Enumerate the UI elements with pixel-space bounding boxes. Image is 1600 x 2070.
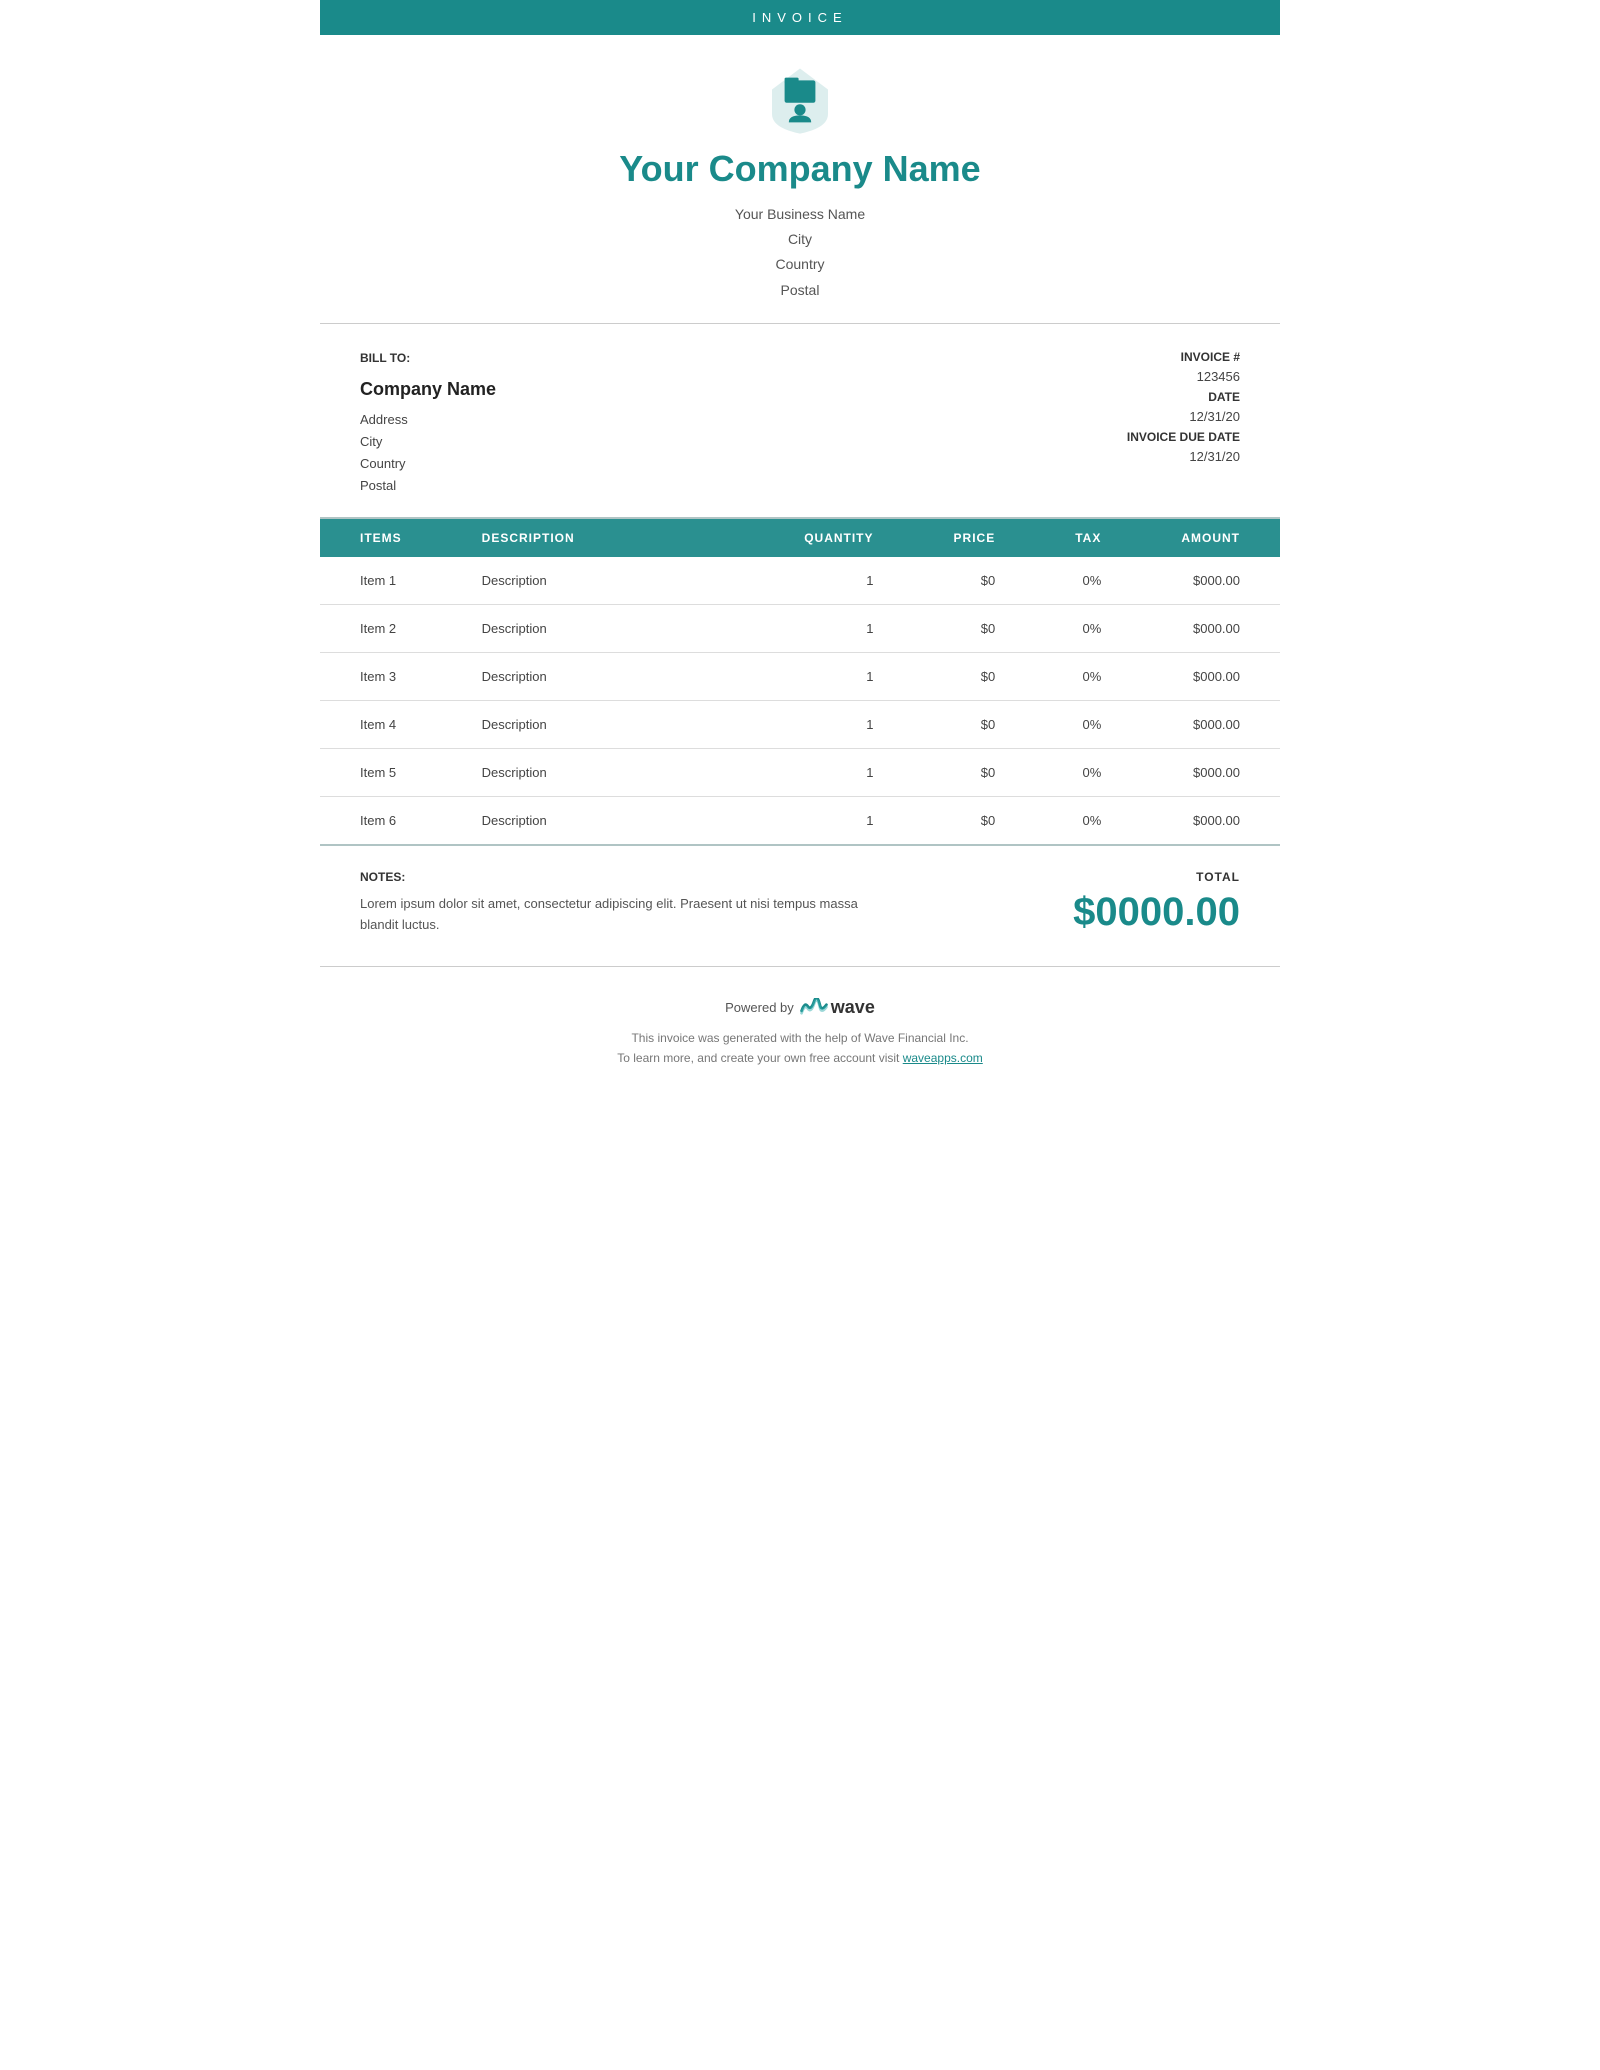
item-amount: $000.00 (1141, 701, 1280, 749)
notes-text: Lorem ipsum dolor sit amet, consectetur … (360, 894, 860, 936)
total-label: TOTAL (1073, 870, 1240, 884)
item-price: $0 (914, 797, 1036, 846)
item-name: Item 3 (320, 653, 442, 701)
invoice-date-label-row: DATE (1127, 388, 1240, 406)
bill-postal: Postal (360, 475, 496, 497)
col-price: PRICE (914, 519, 1036, 557)
item-amount: $000.00 (1141, 557, 1280, 605)
item-price: $0 (914, 749, 1036, 797)
business-name: Your Business Name (340, 202, 1260, 227)
item-name: Item 1 (320, 557, 442, 605)
item-quantity: 1 (764, 701, 913, 749)
invoice-number-value: 123456 (1197, 369, 1240, 384)
item-price: $0 (914, 701, 1036, 749)
col-items: ITEMS (320, 519, 442, 557)
company-logo (765, 65, 835, 140)
bill-address: Address (360, 409, 496, 431)
invoice-header-bar: INVOICE (320, 0, 1280, 35)
item-name: Item 6 (320, 797, 442, 846)
bill-to-label: BILL TO: (360, 348, 496, 368)
item-price: $0 (914, 605, 1036, 653)
invoice-number-label-row: INVOICE # (1127, 348, 1240, 366)
company-city: City (340, 227, 1260, 252)
bill-company-name: Company Name (360, 374, 496, 405)
table-row: Item 5 Description 1 $0 0% $000.00 (320, 749, 1280, 797)
wave-link[interactable]: waveapps.com (903, 1051, 983, 1065)
footer-line1: This invoice was generated with the help… (340, 1028, 1260, 1048)
item-description: Description (442, 797, 765, 846)
footer-line2: To learn more, and create your own free … (340, 1048, 1260, 1068)
company-details: Your Business Name City Country Postal (340, 202, 1260, 303)
invoice-due-value-row: 12/31/20 (1127, 448, 1240, 466)
item-tax: 0% (1035, 557, 1141, 605)
total-section: TOTAL $0000.00 (1073, 870, 1240, 935)
table-header-row: ITEMS DESCRIPTION QUANTITY PRICE TAX AMO… (320, 519, 1280, 557)
invoice-details-section: INVOICE # 123456 DATE 12/31/20 INVOICE D… (1127, 348, 1240, 497)
item-name: Item 5 (320, 749, 442, 797)
invoice-date-label: DATE (1208, 390, 1240, 404)
item-tax: 0% (1035, 605, 1141, 653)
invoice-table: ITEMS DESCRIPTION QUANTITY PRICE TAX AMO… (320, 519, 1280, 846)
item-amount: $000.00 (1141, 797, 1280, 846)
footer-section: Powered by wave This invoice was generat… (320, 967, 1280, 1089)
wave-logo: wave (800, 997, 875, 1018)
table-row: Item 4 Description 1 $0 0% $000.00 (320, 701, 1280, 749)
item-quantity: 1 (764, 605, 913, 653)
table-row: Item 6 Description 1 $0 0% $000.00 (320, 797, 1280, 846)
invoice-number-label: INVOICE # (1181, 350, 1240, 364)
table-row: Item 2 Description 1 $0 0% $000.00 (320, 605, 1280, 653)
col-description: DESCRIPTION (442, 519, 765, 557)
notes-section: NOTES: Lorem ipsum dolor sit amet, conse… (360, 870, 860, 936)
invoice-title: INVOICE (752, 10, 847, 25)
item-price: $0 (914, 557, 1036, 605)
invoice-info-section: BILL TO: Company Name Address City Count… (320, 324, 1280, 519)
item-description: Description (442, 653, 765, 701)
bill-country: Country (360, 453, 496, 475)
item-name: Item 4 (320, 701, 442, 749)
item-tax: 0% (1035, 749, 1141, 797)
item-description: Description (442, 557, 765, 605)
company-name: Your Company Name (340, 148, 1260, 190)
bill-to-section: BILL TO: Company Name Address City Count… (360, 348, 496, 497)
powered-by-row: Powered by wave (340, 997, 1260, 1018)
item-description: Description (442, 605, 765, 653)
invoice-due-date-value: 12/31/20 (1189, 449, 1240, 464)
col-quantity: QUANTITY (764, 519, 913, 557)
invoice-number-value-row: 123456 (1127, 368, 1240, 386)
bill-city: City (360, 431, 496, 453)
company-postal: Postal (340, 278, 1260, 303)
powered-by-text: Powered by (725, 1000, 794, 1015)
item-tax: 0% (1035, 797, 1141, 846)
item-amount: $000.00 (1141, 653, 1280, 701)
invoice-due-label-row: INVOICE DUE DATE (1127, 428, 1240, 446)
item-tax: 0% (1035, 701, 1141, 749)
notes-label: NOTES: (360, 870, 860, 884)
item-quantity: 1 (764, 653, 913, 701)
col-tax: TAX (1035, 519, 1141, 557)
item-tax: 0% (1035, 653, 1141, 701)
col-amount: AMOUNT (1141, 519, 1280, 557)
invoice-date-value: 12/31/20 (1189, 409, 1240, 424)
item-name: Item 2 (320, 605, 442, 653)
invoice-date-value-row: 12/31/20 (1127, 408, 1240, 426)
company-country: Country (340, 252, 1260, 277)
item-description: Description (442, 749, 765, 797)
table-row: Item 3 Description 1 $0 0% $000.00 (320, 653, 1280, 701)
item-description: Description (442, 701, 765, 749)
footer-text: This invoice was generated with the help… (340, 1028, 1260, 1069)
item-amount: $000.00 (1141, 749, 1280, 797)
item-quantity: 1 (764, 797, 913, 846)
table-row: Item 1 Description 1 $0 0% $000.00 (320, 557, 1280, 605)
notes-total-section: NOTES: Lorem ipsum dolor sit amet, conse… (320, 846, 1280, 967)
item-price: $0 (914, 653, 1036, 701)
item-quantity: 1 (764, 749, 913, 797)
item-quantity: 1 (764, 557, 913, 605)
item-amount: $000.00 (1141, 605, 1280, 653)
total-amount: $0000.00 (1073, 890, 1240, 935)
invoice-due-date-label: INVOICE DUE DATE (1127, 430, 1240, 444)
wave-brand-text: wave (831, 997, 875, 1018)
company-section: Your Company Name Your Business Name Cit… (320, 35, 1280, 324)
